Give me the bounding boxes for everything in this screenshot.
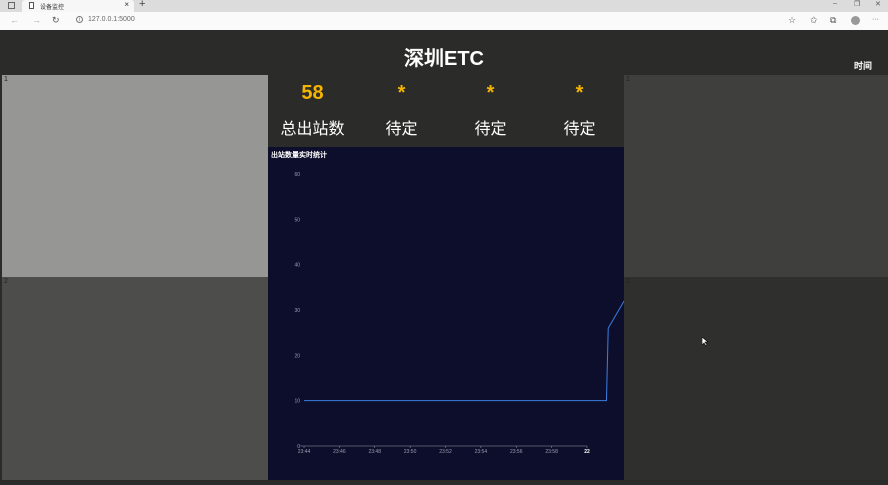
- stat-total: 58 总出站数: [268, 79, 357, 139]
- stat-value: *: [575, 82, 584, 104]
- address-bar: ← → ↻ i 127.0.0.1:5000 ☆ ✩ ⧉ ···: [0, 12, 888, 31]
- minimize-button[interactable]: –: [833, 0, 837, 7]
- stat-caption: 待定: [385, 121, 418, 138]
- browser-tab[interactable]: 设备监控 ×: [22, 0, 134, 12]
- back-icon[interactable]: ←: [10, 15, 19, 25]
- page-icon: [29, 2, 34, 9]
- read-aloud-icon[interactable]: ☆: [788, 15, 796, 26]
- close-tab-icon[interactable]: ×: [124, 0, 129, 9]
- chart-title: 出站数量实时统计: [271, 152, 327, 159]
- x-tick-label: 23:54: [475, 449, 488, 455]
- restore-button[interactable]: ❐: [854, 0, 860, 8]
- x-tick-label: 23:56: [510, 449, 523, 455]
- stat-caption: 总出站数: [280, 121, 345, 138]
- y-tick-label: 30: [294, 308, 300, 314]
- x-tick-label: 23:44: [298, 449, 311, 455]
- stat-pending-2: * 待定: [446, 79, 535, 139]
- page-title: 深圳ETC: [404, 48, 484, 70]
- y-tick-label: 40: [294, 263, 300, 269]
- stat-value: 58: [301, 82, 324, 104]
- tab-title: 设备监控: [40, 5, 65, 11]
- stat-pending-3: * 待定: [535, 79, 624, 139]
- stat-value: *: [486, 82, 495, 104]
- stat-caption: 待定: [563, 121, 596, 138]
- series-line: [304, 300, 625, 402]
- x-tick-label: 23:48: [368, 449, 381, 455]
- panel-label: 2: [4, 278, 8, 285]
- x-tick-label: 22: [584, 449, 590, 455]
- x-tick-label: 23:58: [545, 449, 558, 455]
- stat-pending-1: * 待定: [357, 79, 446, 139]
- tab-actions-icon[interactable]: [8, 2, 15, 9]
- y-tick-label: 60: [294, 172, 300, 178]
- exit-count-chart: 出站数量实时统计 0 10 20 30 40 50 60 23:44 23:46 23:48 23:…: [268, 147, 625, 480]
- more-icon[interactable]: ···: [872, 16, 879, 23]
- y-tick-label: 20: [294, 353, 300, 359]
- y-tick-label: 50: [294, 217, 300, 223]
- x-tick-label: 23:50: [404, 449, 417, 455]
- panel-label: 1: [626, 76, 630, 83]
- x-tick-label: 23:52: [439, 449, 452, 455]
- dashboard-page: 深圳ETC 时间 1 2 1 2 58 总出站数 * 待定 * 待定 * 待定 …: [0, 30, 888, 480]
- panel-top-left: 1: [2, 75, 268, 277]
- url-field[interactable]: 127.0.0.1:5000: [88, 16, 135, 23]
- center-column: 58 总出站数 * 待定 * 待定 * 待定 出站数量实时统计 0 10 20 30 4…: [268, 75, 625, 480]
- stat-caption: 待定: [474, 121, 507, 138]
- refresh-icon[interactable]: ↻: [52, 15, 60, 26]
- panel-label: 1: [4, 76, 8, 83]
- x-tick-label: 23:46: [333, 449, 346, 455]
- window-close-button[interactable]: ✕: [875, 0, 881, 8]
- browser-tab-bar: 设备监控 × + – ❐ ✕: [0, 0, 888, 12]
- profile-avatar[interactable]: [851, 16, 860, 25]
- panel-top-right: 1: [624, 75, 888, 277]
- y-tick-label: 10: [294, 399, 300, 405]
- favorites-icon[interactable]: ✩: [810, 15, 818, 26]
- time-label: 时间: [853, 61, 872, 71]
- stat-value: *: [397, 82, 406, 104]
- collections-icon[interactable]: ⧉: [830, 15, 836, 26]
- forward-icon[interactable]: →: [32, 15, 41, 25]
- panel-bottom-right: 2: [624, 277, 888, 480]
- panel-label: 2: [626, 278, 630, 285]
- chart-canvas: 010203040506023:44 23:46 23:48 23:50 23:52 23…: [294, 172, 625, 455]
- new-tab-button[interactable]: +: [139, 0, 145, 10]
- site-info-icon[interactable]: i: [76, 16, 83, 23]
- panel-bottom-left: 2: [2, 277, 268, 480]
